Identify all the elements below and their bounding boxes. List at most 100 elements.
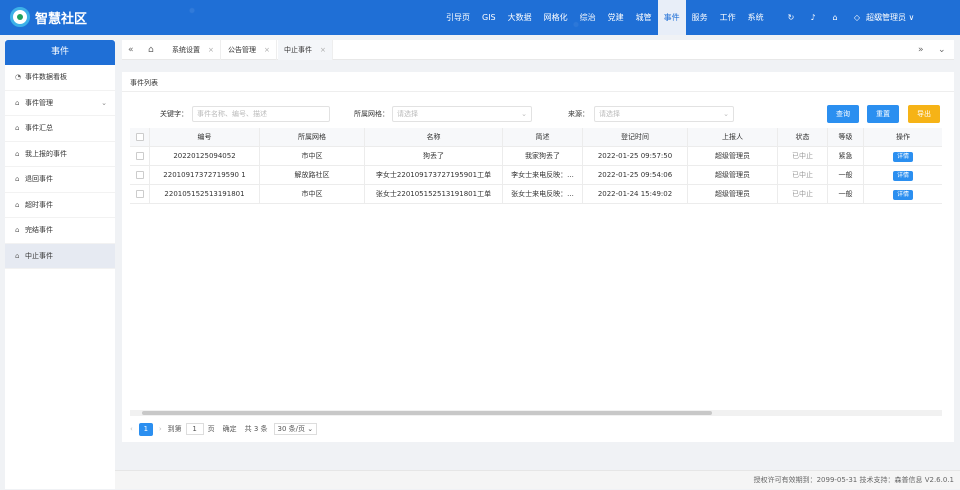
nav-party[interactable]: 党建 [602, 0, 630, 35]
goto-label: 到第 [167, 425, 182, 433]
top-bar: 智慧社区 引导页 GIS 大数据 网格化 综治 党建 城管 事件 服务 工作 系… [0, 0, 960, 35]
cell-id: 220105152513191801 [150, 185, 260, 204]
tab-system-settings[interactable]: 系统设置 × [166, 40, 221, 60]
sidebar-item-my-reported[interactable]: ⌂ 我上报的事件 [5, 142, 115, 167]
dashboard-icon: ◔ [15, 73, 22, 81]
keyword-input[interactable]: 事件名称、编号、描述 [192, 106, 330, 122]
nav-grid[interactable]: 网格化 [538, 0, 574, 35]
table-row[interactable]: 220105152513191801 市中区 张女士22010515251319… [130, 185, 942, 204]
page-size-select[interactable]: 30 条/页 ⌄ [273, 423, 318, 435]
prev-page-icon[interactable]: ‹ [130, 425, 133, 433]
keyword-label: 关键字： [160, 110, 188, 118]
sidebar-item-event-management[interactable]: ⌂ 事件管理 ⌄ [5, 91, 115, 116]
cell-name: 狗丢了 [365, 147, 503, 166]
nav-event[interactable]: 事件 [657, 0, 686, 35]
nav-system[interactable]: 系统 [742, 0, 770, 35]
panel-title: 事件列表 [130, 79, 158, 87]
chevron-down-icon: ⌄ [723, 110, 729, 118]
close-icon[interactable]: × [208, 46, 214, 54]
nav-work[interactable]: 工作 [714, 0, 742, 35]
page-unit-label: 页 [207, 425, 215, 433]
table-row[interactable]: 20220125094052 市中区 狗丢了 我家狗丢了 2022-01-25 … [130, 147, 942, 166]
scrollbar-thumb[interactable] [142, 411, 712, 415]
row-checkbox[interactable] [136, 190, 144, 198]
home-icon: ⌂ [15, 175, 20, 183]
cell-id: 22010917372719590 1 [150, 166, 260, 185]
tab-label: 中止事件 [284, 46, 312, 54]
event-list-panel: 事件列表 关键字： 事件名称、编号、描述 所属网格： 请选择 ⌄ 来源： 请选择 ⌄… [122, 72, 954, 442]
page-current[interactable]: 1 [138, 422, 153, 436]
table-row[interactable]: 22010917372719590 1 解放路社区 李女士22010917372… [130, 166, 942, 185]
sidebar-item-suspended[interactable]: ⌂ 中止事件 [5, 243, 115, 269]
grid-select[interactable]: 请选择 ⌄ [392, 106, 532, 122]
sidebar-item-dashboard[interactable]: ◔ 事件数据看板 [5, 65, 115, 91]
export-button[interactable]: 导出 [908, 105, 940, 123]
close-icon[interactable]: × [264, 46, 270, 54]
horizontal-scrollbar[interactable] [130, 410, 942, 416]
source-placeholder: 请选择 [599, 110, 620, 118]
source-select[interactable]: 请选择 ⌄ [594, 106, 734, 122]
footer-text: 授权许可有效期到：2099-05-31 技术支持：森普信息 V2.6.0.1 [753, 476, 954, 484]
refresh-icon[interactable]: ↻ [780, 13, 802, 22]
reset-button[interactable]: 重置 [867, 105, 899, 123]
footer: 授权许可有效期到：2099-05-31 技术支持：森普信息 V2.6.0.1 [115, 470, 960, 489]
grid-placeholder: 请选择 [397, 110, 418, 118]
cell-status: 已中止 [778, 147, 828, 166]
sidebar-item-event-summary[interactable]: ⌂ 事件汇总 [5, 116, 115, 142]
page-size-value: 30 条/页 [277, 425, 306, 433]
goto-confirm-button[interactable]: 确定 [223, 424, 237, 434]
home-icon: ⌂ [15, 251, 20, 260]
logo-icon [10, 7, 30, 27]
sidebar-item-timeout[interactable]: ⌂ 超时事件 [5, 193, 115, 218]
tab-label: 系统设置 [172, 46, 200, 54]
col-time: 登记时间 [583, 128, 688, 147]
cell-level: 紧急 [828, 147, 864, 166]
main-nav: 引导页 GIS 大数据 网格化 综治 党建 城管 事件 服务 工作 系统 [440, 0, 770, 35]
grid-label: 所属网格： [354, 110, 389, 118]
source-label: 来源： [568, 110, 589, 118]
home-icon[interactable]: ⌂ [148, 40, 154, 60]
close-icon[interactable]: × [320, 46, 326, 54]
next-page-icon[interactable]: › [159, 425, 162, 433]
nav-guide[interactable]: 引导页 [440, 0, 476, 35]
cell-status: 已中止 [778, 166, 828, 185]
cell-grid: 市中区 [260, 147, 365, 166]
goto-page-input[interactable]: 1 [185, 423, 204, 435]
nav-urban[interactable]: 城管 [630, 0, 658, 35]
chevron-down-icon: ⌄ [521, 110, 527, 118]
bell-icon[interactable]: ♪ [802, 13, 824, 22]
double-chevron-right-icon[interactable]: » [918, 40, 924, 60]
double-chevron-left-icon[interactable]: « [128, 40, 134, 60]
nav-bigdata[interactable]: 大数据 [502, 0, 538, 35]
nav-gis[interactable]: GIS [476, 0, 502, 35]
select-all-checkbox[interactable] [136, 133, 144, 141]
divider [122, 91, 954, 92]
detail-button[interactable]: 详情 [892, 171, 913, 181]
nav-service[interactable]: 服务 [686, 0, 714, 35]
tab-suspended-events[interactable]: 中止事件 × [278, 40, 333, 60]
row-checkbox[interactable] [136, 152, 144, 160]
home-icon: ⌂ [15, 149, 20, 158]
detail-button[interactable]: 详情 [892, 190, 913, 200]
chevron-down-icon: ⌄ [307, 425, 314, 433]
tab-notice-management[interactable]: 公告管理 × [222, 40, 277, 60]
search-button[interactable]: 查询 [827, 105, 859, 123]
col-reporter: 上报人 [688, 128, 778, 147]
sidebar-item-label: 中止事件 [25, 251, 53, 260]
detail-button[interactable]: 详情 [892, 152, 913, 162]
sidebar-item-label: 退回事件 [25, 175, 53, 183]
row-checkbox[interactable] [136, 171, 144, 179]
cell-reporter: 超级管理员 [688, 166, 778, 185]
nav-governance[interactable]: 综治 [574, 0, 602, 35]
chevron-down-icon[interactable]: ⌄ [938, 40, 946, 60]
lock-icon[interactable]: ⌂ [824, 13, 846, 22]
sidebar-item-label: 事件数据看板 [25, 73, 67, 81]
cell-time: 2022-01-25 09:54:06 [583, 166, 688, 185]
tag-icon[interactable]: ◇ [846, 13, 868, 22]
row-select-cell [130, 166, 150, 185]
user-menu[interactable]: 超级管理员 ∨ [866, 0, 914, 35]
col-level: 等级 [828, 128, 864, 147]
cell-action: 详情 [864, 147, 942, 166]
sidebar-item-completed[interactable]: ⌂ 完结事件 [5, 218, 115, 244]
sidebar-item-returned[interactable]: ⌂ 退回事件 [5, 167, 115, 193]
